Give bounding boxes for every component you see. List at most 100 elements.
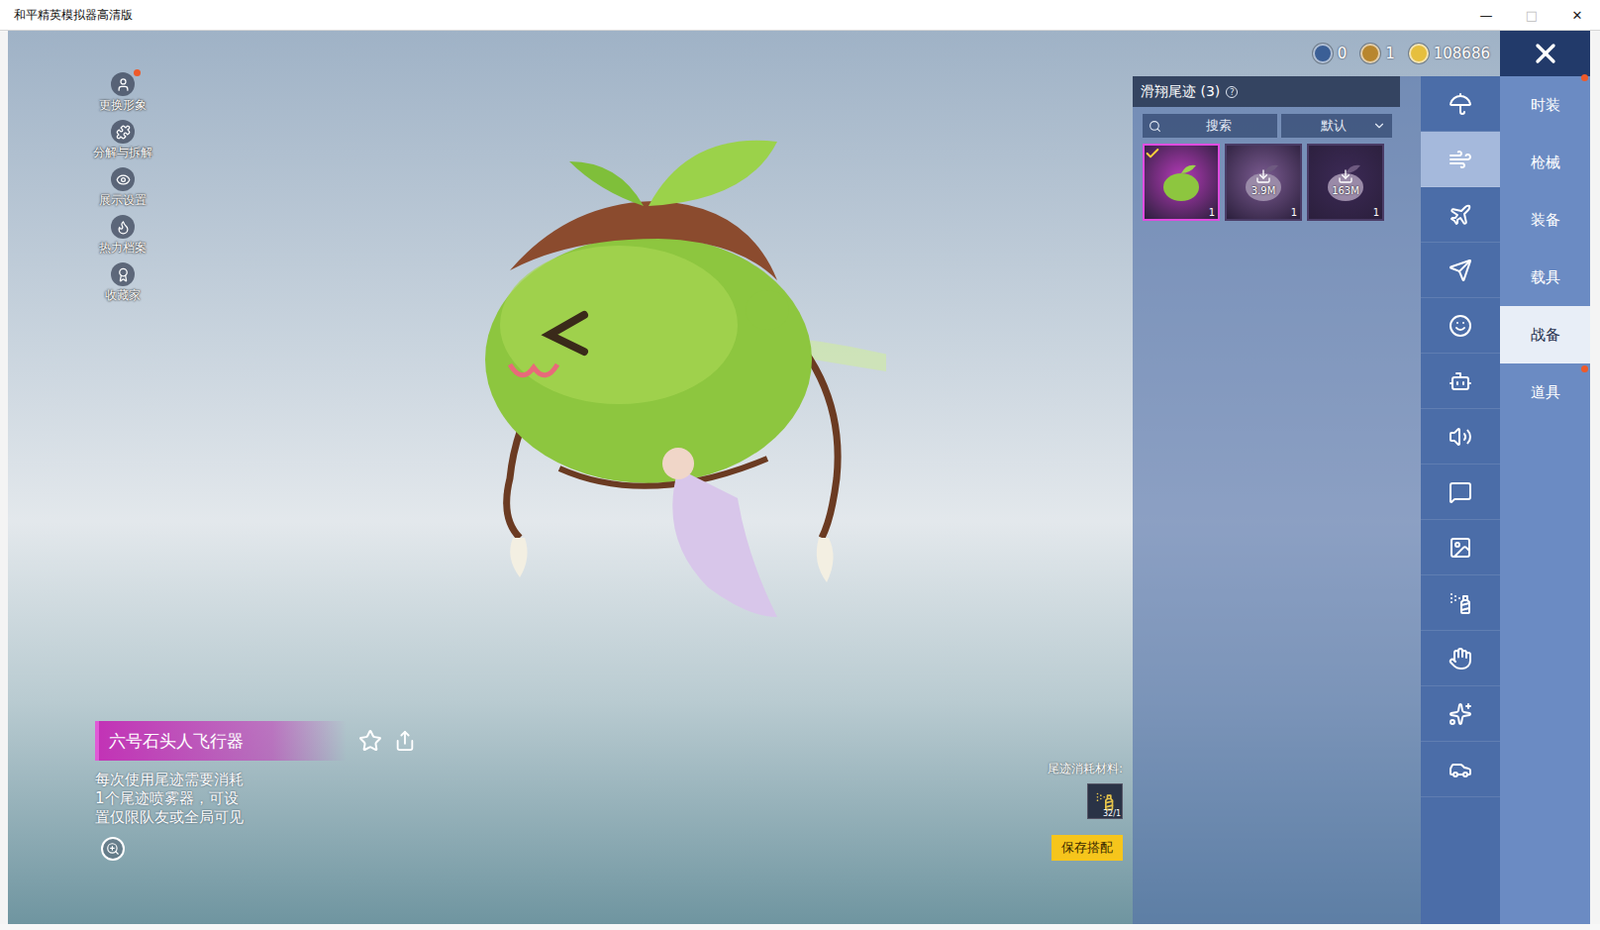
side-menu-label: 展示设置	[99, 192, 147, 209]
subcategory-tab[interactable]	[1420, 298, 1500, 354]
subcategory-tab[interactable]	[1420, 464, 1500, 520]
search-field[interactable]: 搜索	[1142, 113, 1278, 138]
category-tab[interactable]: 道具	[1500, 363, 1591, 421]
search-icon	[1148, 119, 1162, 133]
notification-dot	[133, 69, 141, 77]
subcategory-tab[interactable]	[1420, 575, 1500, 631]
equipped-check-icon	[1144, 145, 1167, 168]
close-button[interactable]	[1500, 30, 1591, 77]
subcategory-icon	[1448, 646, 1473, 671]
subcategory-tab[interactable]	[1420, 76, 1500, 132]
scene: 更换形象分解与拆解展示设置热力档案收藏家六号石头人飞行器每次使用尾迹需要消耗1个…	[7, 30, 1133, 924]
subcategory-tab[interactable]	[1420, 131, 1500, 188]
side-menu-icon	[110, 72, 135, 97]
side-menu-label: 收藏家	[104, 287, 141, 304]
title-bar: 和平精英模拟器高清版 —□✕	[0, 0, 1600, 31]
subcategory-icon	[1448, 147, 1473, 172]
window-control-button[interactable]: ✕	[1554, 0, 1600, 30]
subcategory-icon	[1448, 591, 1473, 615]
subcategory-tab[interactable]	[1420, 242, 1500, 299]
currencies: 0 1 108686	[1132, 30, 1500, 77]
download-badge: 163M	[1308, 145, 1383, 219]
subcategory-tab[interactable]	[1420, 741, 1500, 798]
chevron-down-icon	[1372, 118, 1387, 133]
share-icon[interactable]	[394, 729, 416, 752]
subcategory-icon	[1448, 757, 1473, 782]
side-menu-item[interactable]: 收藏家	[87, 262, 159, 304]
side-menu-icon	[110, 262, 135, 287]
search-placeholder: 搜索	[1165, 116, 1272, 135]
panel-title: 滑翔尾迹 (3)	[1140, 83, 1220, 101]
subcategory-tab[interactable]	[1420, 519, 1500, 576]
category-tab[interactable]: 枪械	[1500, 133, 1591, 192]
subcategory-tab[interactable]	[1420, 187, 1500, 243]
spray-item[interactable]: 32/1	[1087, 783, 1123, 819]
side-menu-item[interactable]: 更换形象	[87, 72, 159, 114]
glider-figure	[450, 121, 887, 657]
category-tabs: 时装枪械装备载具战备道具	[1500, 76, 1591, 924]
currency-amount: 1	[1385, 44, 1396, 63]
currency: 108686	[1408, 43, 1491, 64]
material-block: 尾迹消耗材料:32/1保存搭配	[1047, 760, 1123, 861]
side-menu-label: 热力档案	[99, 239, 147, 257]
background-edge	[0, 30, 8, 924]
trail-item[interactable]: 163M1	[1306, 143, 1385, 221]
trail-list: 13.9M1163M1	[1132, 137, 1400, 221]
save-button[interactable]: 保存搭配	[1051, 834, 1123, 861]
side-menu-label: 更换形象	[99, 97, 147, 114]
coin-icon	[1360, 43, 1381, 64]
item-info: 六号石头人飞行器每次使用尾迹需要消耗1个尾迹喷雾器，可设置仅限队友或全局可见	[95, 720, 416, 861]
currency: 1	[1360, 43, 1396, 64]
filter-row: 搜索默认	[1132, 106, 1400, 138]
side-menu-item[interactable]: 热力档案	[87, 214, 159, 257]
top-bar: 0 1 108686	[1132, 30, 1591, 77]
item-count: 1	[1208, 206, 1215, 218]
currency-amount: 0	[1337, 44, 1348, 63]
subcategory-icon	[1448, 424, 1473, 449]
notification-dot	[1581, 365, 1589, 373]
category-tab[interactable]: 时装	[1500, 76, 1591, 134]
subcategory-tab[interactable]	[1420, 353, 1500, 409]
help-icon[interactable]: ?	[1225, 86, 1238, 99]
emulator-window: 和平精英模拟器高清版 —□✕ 更换形象分解与拆解展示设置热力档案收藏家六号石头人飞行…	[0, 0, 1600, 930]
item-description: 每次使用尾迹需要消耗1个尾迹喷雾器，可设置仅限队友或全局可见	[95, 770, 252, 827]
window-control-button[interactable]: —	[1463, 0, 1509, 30]
item-name-row: 六号石头人飞行器	[95, 720, 416, 761]
category-tab[interactable]: 战备	[1500, 305, 1591, 364]
window-controls: —□✕	[1463, 0, 1600, 30]
material-count: 32/1	[1102, 808, 1121, 818]
subcategory-tabs	[1420, 76, 1500, 924]
side-menu-item[interactable]: 展示设置	[87, 167, 159, 209]
game-view: 更换形象分解与拆解展示设置热力档案收藏家六号石头人飞行器每次使用尾迹需要消耗1个…	[7, 30, 1591, 924]
subcategory-tab[interactable]	[1420, 686, 1500, 742]
side-menu-icon	[110, 214, 135, 239]
window-title: 和平精英模拟器高清版	[13, 6, 133, 24]
subcategory-tab[interactable]	[1420, 630, 1500, 687]
coin-icon	[1312, 43, 1333, 64]
side-menu-icon	[110, 119, 135, 144]
category-tab[interactable]: 装备	[1500, 191, 1591, 249]
window-control-button[interactable]: □	[1508, 0, 1555, 30]
item-count: 1	[1373, 206, 1380, 218]
download-icon	[1255, 168, 1272, 185]
subcategory-tab[interactable]	[1420, 408, 1500, 465]
item-count: 1	[1291, 206, 1298, 218]
side-menu-label: 分解与拆解	[93, 144, 153, 162]
category-tab[interactable]: 载具	[1500, 248, 1591, 306]
background-edge	[1590, 30, 1600, 924]
subcategory-icon	[1448, 480, 1473, 504]
favorite-star-icon[interactable]	[358, 728, 383, 753]
scene-bottom: 六号石头人飞行器每次使用尾迹需要消耗1个尾迹喷雾器，可设置仅限队友或全局可见尾迹…	[87, 720, 1123, 861]
window-body: 更换形象分解与拆解展示设置热力档案收藏家六号石头人飞行器每次使用尾迹需要消耗1个…	[0, 30, 1600, 924]
sort-dropdown[interactable]: 默认	[1281, 113, 1393, 138]
zoom-icon[interactable]	[100, 836, 125, 861]
notification-dot	[1581, 74, 1589, 82]
trail-item[interactable]: 3.9M1	[1224, 143, 1302, 221]
trail-item[interactable]: 1	[1142, 143, 1220, 221]
subcategory-icon	[1448, 258, 1473, 283]
trail-panel: 滑翔尾迹 (3)?搜索默认13.9M1163M1	[1132, 76, 1421, 924]
background-strip	[0, 923, 1600, 930]
side-menu-item[interactable]: 分解与拆解	[87, 119, 159, 162]
panel-header: 滑翔尾迹 (3)?	[1132, 76, 1400, 107]
right-area: 01108686滑翔尾迹 (3)?搜索默认13.9M1163M1时装枪械装备载具…	[1132, 30, 1591, 924]
